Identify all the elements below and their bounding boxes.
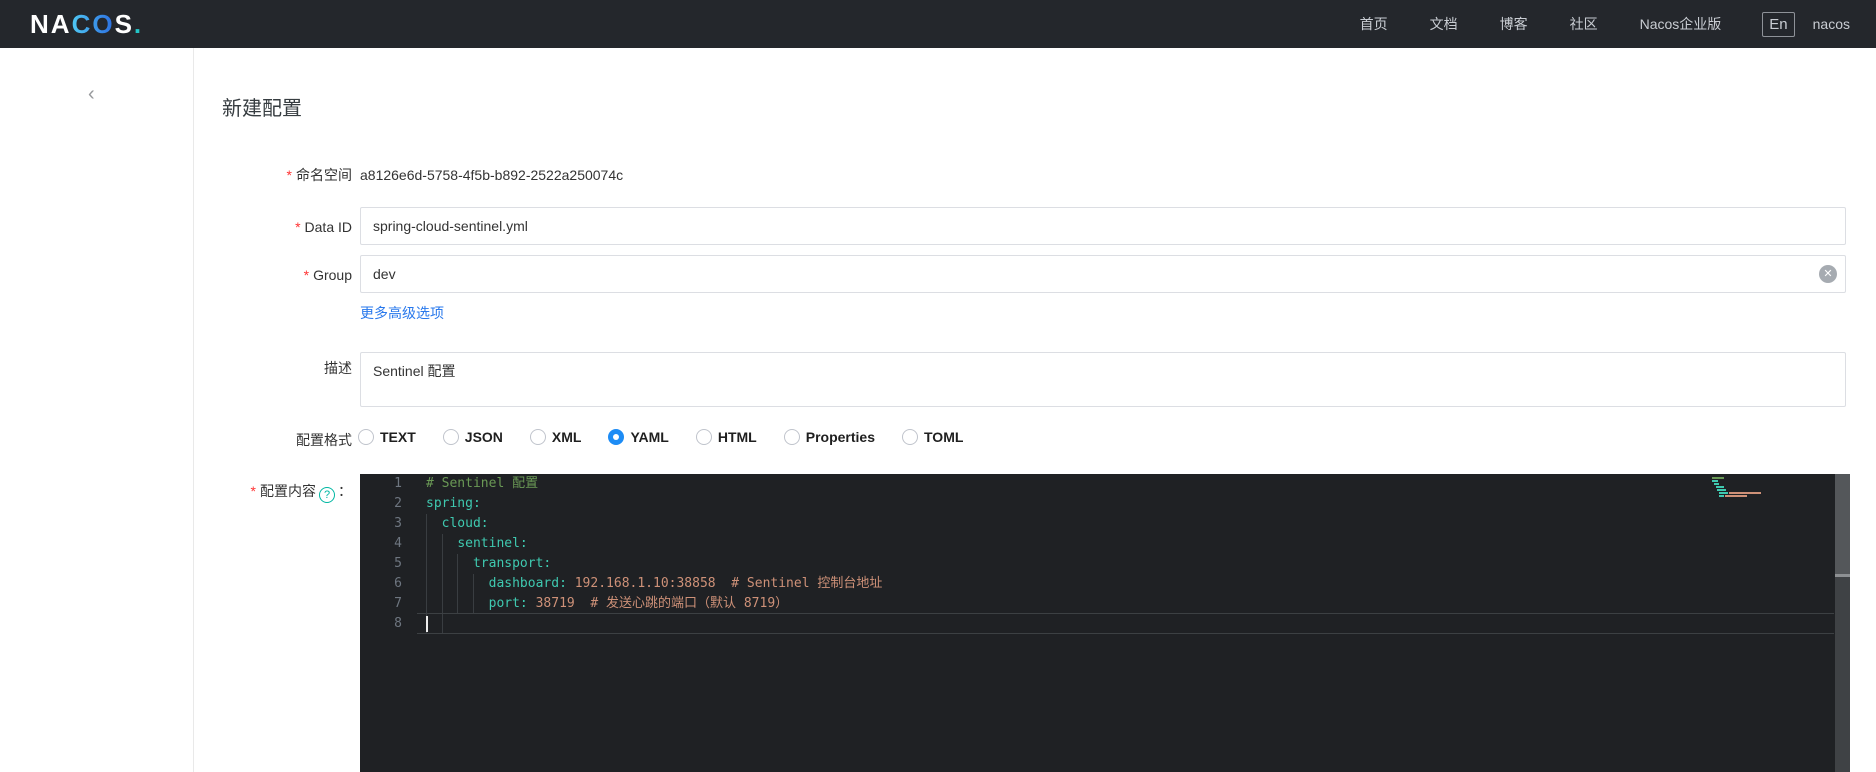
minimap-mark — [1717, 489, 1727, 491]
required-asterisk: * — [286, 167, 292, 183]
format-option-toml[interactable]: TOML — [902, 429, 963, 445]
back-button[interactable]: ‹ — [88, 84, 95, 104]
current-line-highlight — [417, 613, 1834, 634]
format-option-xml[interactable]: XML — [529, 429, 582, 445]
app-root: NACOS. 首页 文档 博客 社区 Nacos企业版 En nacos ‹ 新建配置 … — [0, 0, 1876, 772]
top-navbar: NACOS. 首页 文档 博客 社区 Nacos企业版 En nacos — [0, 0, 1876, 48]
radio-icon[interactable] — [902, 429, 918, 445]
radio-icon[interactable] — [783, 429, 800, 445]
code-line: 4 sentinel: — [360, 534, 1850, 554]
namespace-label: * 命名空间 — [286, 167, 352, 183]
format-radio-group: TEXT JSON XML YAML HTML Properties TOML — [358, 429, 990, 445]
navbar-item[interactable]: 社区 — [1570, 16, 1598, 32]
logo-text: NA — [30, 8, 72, 39]
indent-guide — [457, 554, 458, 614]
radio-icon[interactable] — [358, 429, 374, 445]
code-lines: 1 # Sentinel 配置 2 spring: 3 cloud: 4 sentinel… — [360, 474, 1850, 634]
required-asterisk: * — [295, 219, 301, 235]
group-label: * Group — [303, 267, 352, 283]
namespace-value: a8126e6d-5758-4f5b-b892-2522a250074c — [360, 167, 624, 183]
scrollbar-thumb-edge — [1835, 574, 1850, 577]
radio-label: XML — [551, 429, 582, 445]
editor-minimap — [1712, 477, 1787, 517]
minimap-mark — [1713, 483, 1720, 485]
required-asterisk: * — [303, 267, 310, 283]
radio-label: HTML — [717, 429, 757, 445]
indent-guide — [473, 574, 474, 614]
data-id-input[interactable] — [360, 207, 1846, 245]
format-option-html[interactable]: HTML — [695, 429, 757, 445]
minimap-mark — [1715, 486, 1724, 488]
config-content-label: * 配置内容?： — [250, 483, 352, 503]
sidebar-divider — [193, 48, 194, 772]
group-input[interactable] — [360, 255, 1846, 293]
logo-text-accent: CO — [71, 8, 115, 39]
code-line: 7 port: 38719 # 发送心跳的端口（默认 8719） — [360, 594, 1850, 614]
user-menu[interactable]: nacos — [1813, 16, 1850, 32]
line-number: 7 — [394, 596, 402, 611]
navbar-item[interactable]: Nacos企业版 — [1640, 16, 1722, 32]
radio-icon[interactable] — [695, 429, 712, 445]
code-line: 2 spring: — [360, 494, 1850, 514]
language-toggle-button[interactable]: En — [1762, 11, 1795, 37]
navbar-item[interactable]: 首页 — [1360, 16, 1388, 32]
minimap-mark — [1719, 492, 1729, 494]
required-asterisk: * — [250, 483, 256, 499]
code-line: 5 transport: — [360, 554, 1850, 574]
radio-label: TEXT — [380, 429, 416, 445]
format-option-yaml[interactable]: YAML — [608, 429, 669, 445]
radio-label: JSON — [464, 429, 503, 445]
line-number: 6 — [394, 576, 402, 591]
radio-label: Properties — [805, 429, 875, 445]
line-number: 1 — [394, 476, 402, 491]
minimap-mark — [1724, 495, 1748, 497]
radio-icon[interactable] — [442, 429, 459, 445]
line-number: 4 — [394, 536, 402, 551]
format-option-text[interactable]: TEXT — [358, 429, 416, 445]
line-number: 2 — [394, 496, 402, 511]
minimap-mark — [1712, 477, 1724, 479]
editor-scrollbar[interactable] — [1835, 474, 1850, 772]
format-option-properties[interactable]: Properties — [783, 429, 875, 445]
more-advanced-options-link[interactable]: 更多高级选项 — [360, 303, 444, 323]
description-label: 描述 — [324, 360, 352, 376]
code-line: 3 cloud: — [360, 514, 1850, 534]
navbar-item[interactable]: 博客 — [1500, 16, 1528, 32]
logo-dot: . — [133, 8, 144, 39]
clear-group-icon[interactable]: ✕ — [1819, 265, 1837, 283]
nacos-logo[interactable]: NACOS. — [30, 9, 143, 40]
navbar-item[interactable]: 文档 — [1430, 16, 1458, 32]
minimap-mark — [1712, 480, 1719, 482]
line-number: 3 — [394, 516, 402, 531]
code-line: 1 # Sentinel 配置 — [360, 474, 1850, 494]
page-title: 新建配置 — [222, 98, 302, 120]
logo-text: S — [114, 8, 134, 39]
line-number: 5 — [394, 556, 402, 571]
minimap-mark — [1719, 495, 1724, 497]
navbar-menu: 首页 文档 博客 社区 Nacos企业版 — [1339, 14, 1743, 34]
line-number: 8 — [394, 616, 402, 631]
help-icon[interactable]: ? — [319, 487, 335, 503]
radio-label: YAML — [630, 429, 669, 445]
text-cursor — [426, 616, 428, 632]
code-line: 6 dashboard: 192.168.1.10:38858 # Sentin… — [360, 574, 1850, 594]
format-option-json[interactable]: JSON — [442, 429, 503, 445]
radio-icon[interactable] — [529, 429, 546, 445]
radio-label: TOML — [924, 429, 964, 445]
minimap-mark — [1729, 492, 1762, 494]
radio-icon[interactable] — [608, 429, 625, 445]
data-id-label: * Data ID — [295, 219, 352, 235]
description-textarea[interactable]: Sentinel 配置 — [360, 352, 1846, 407]
scrollbar-thumb[interactable] — [1835, 474, 1850, 574]
config-content-editor[interactable]: 1 # Sentinel 配置 2 spring: 3 cloud: 4 sentinel… — [360, 474, 1850, 772]
format-label: 配置格式 — [296, 432, 352, 448]
